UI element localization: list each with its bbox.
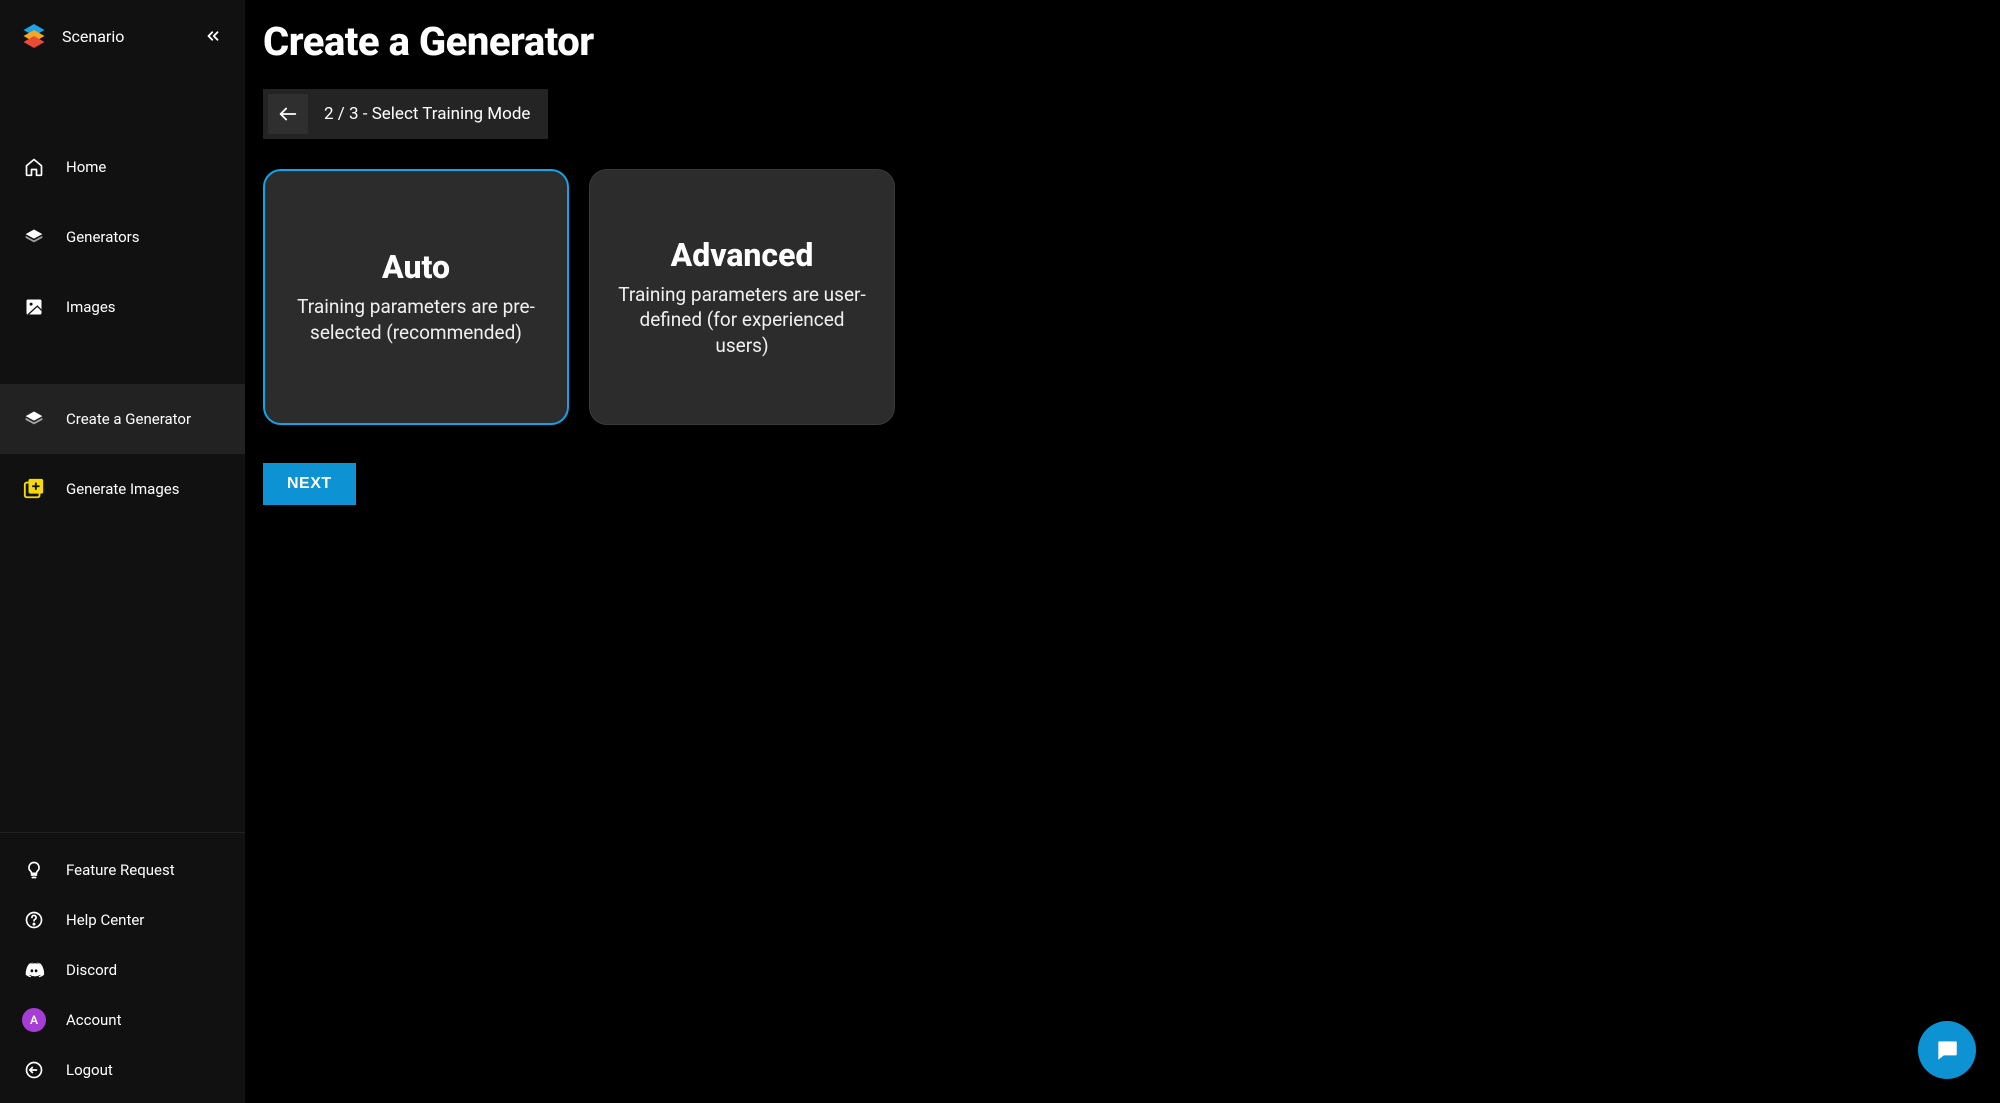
card-title: Auto bbox=[382, 248, 450, 286]
card-description: Training parameters are user-defined (fo… bbox=[616, 282, 868, 359]
sidebar-item-discord[interactable]: Discord bbox=[0, 945, 245, 995]
sidebar-item-generate-images[interactable]: Generate Images bbox=[0, 454, 245, 524]
sidebar-item-label: Home bbox=[66, 158, 106, 176]
layers-icon bbox=[22, 225, 46, 249]
sidebar: Scenario Home Generators bbox=[0, 0, 245, 1103]
arrow-left-icon bbox=[277, 103, 299, 125]
avatar: A bbox=[22, 1008, 46, 1032]
sidebar-item-label: Help Center bbox=[66, 911, 144, 929]
sidebar-header: Scenario bbox=[0, 0, 245, 72]
lightbulb-icon bbox=[22, 858, 46, 882]
training-mode-card-advanced[interactable]: Advanced Training parameters are user-de… bbox=[589, 169, 895, 425]
chevron-double-left-icon bbox=[204, 27, 222, 45]
step-back-button[interactable] bbox=[268, 94, 308, 134]
sidebar-item-label: Logout bbox=[66, 1061, 113, 1079]
step-indicator-bar: 2 / 3 - Select Training Mode bbox=[263, 89, 548, 139]
card-description: Training parameters are pre-selected (re… bbox=[291, 294, 541, 345]
avatar-initial: A bbox=[30, 1013, 38, 1027]
sidebar-item-label: Generate Images bbox=[66, 480, 179, 498]
page-title: Create a Generator bbox=[263, 18, 1982, 65]
brand-logo-icon bbox=[18, 20, 50, 52]
sidebar-nav-bottom: Feature Request Help Center Discord A Ac… bbox=[0, 832, 245, 1103]
home-icon bbox=[22, 155, 46, 179]
sidebar-item-account[interactable]: A Account bbox=[0, 995, 245, 1045]
sidebar-item-label: Create a Generator bbox=[66, 410, 191, 428]
sidebar-item-logout[interactable]: Logout bbox=[0, 1045, 245, 1095]
discord-icon bbox=[22, 958, 46, 982]
training-mode-cards: Auto Training parameters are pre-selecte… bbox=[263, 169, 1982, 425]
sidebar-item-images[interactable]: Images bbox=[0, 272, 245, 342]
training-mode-card-auto[interactable]: Auto Training parameters are pre-selecte… bbox=[263, 169, 569, 425]
sidebar-item-create-generator[interactable]: Create a Generator bbox=[0, 384, 245, 454]
chat-fab-button[interactable] bbox=[1918, 1021, 1976, 1079]
main-content: Create a Generator 2 / 3 - Select Traini… bbox=[245, 0, 2000, 1103]
sidebar-item-label: Account bbox=[66, 1011, 122, 1029]
sidebar-item-generators[interactable]: Generators bbox=[0, 202, 245, 272]
layers-icon bbox=[22, 407, 46, 431]
logout-icon bbox=[22, 1058, 46, 1082]
step-label: 2 / 3 - Select Training Mode bbox=[324, 104, 530, 124]
sidebar-collapse-button[interactable] bbox=[201, 24, 225, 48]
sidebar-item-label: Generators bbox=[66, 228, 140, 246]
brand-name: Scenario bbox=[62, 27, 189, 46]
image-icon bbox=[22, 295, 46, 319]
sidebar-item-feature-request[interactable]: Feature Request bbox=[0, 845, 245, 895]
chat-icon bbox=[1934, 1037, 1960, 1063]
app-root: Scenario Home Generators bbox=[0, 0, 2000, 1103]
sidebar-nav-primary: Home Generators Images Create a Generato… bbox=[0, 72, 245, 524]
add-image-icon bbox=[22, 477, 46, 501]
sidebar-item-help-center[interactable]: Help Center bbox=[0, 895, 245, 945]
sidebar-item-label: Images bbox=[66, 298, 116, 316]
next-button[interactable]: NEXT bbox=[263, 463, 356, 505]
card-title: Advanced bbox=[671, 236, 814, 274]
help-circle-icon bbox=[22, 908, 46, 932]
sidebar-item-label: Feature Request bbox=[66, 861, 175, 879]
sidebar-item-home[interactable]: Home bbox=[0, 132, 245, 202]
sidebar-item-label: Discord bbox=[66, 961, 117, 979]
